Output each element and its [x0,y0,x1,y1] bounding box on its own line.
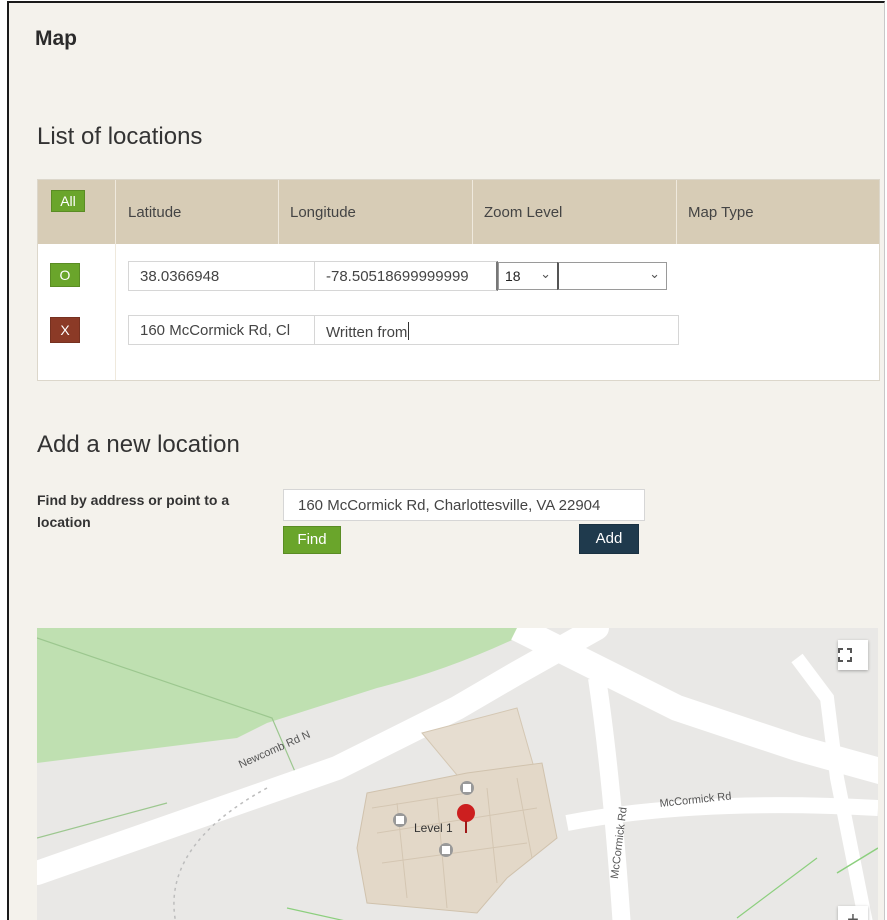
zoom-level-value: 18 [505,268,521,284]
column-zoom-level: Zoom Level [484,204,563,221]
map-type-select[interactable]: ⌄ [557,262,667,290]
fullscreen-button[interactable] [838,640,868,670]
column-map-type: Map Type [688,204,754,221]
description-input[interactable]: Written from [314,315,679,345]
chevron-down-icon: ⌄ [649,266,660,281]
column-divider [278,180,279,244]
locations-heading: List of locations [37,123,203,150]
add-location-heading: Add a new location [37,431,240,458]
address-input[interactable]: 160 McCormick Rd, Cl [128,315,315,345]
find-label: Find by address or point to a location [37,492,230,530]
column-divider [676,180,677,244]
fullscreen-icon [838,648,852,662]
all-button[interactable]: All [51,190,85,212]
text-cursor [408,322,410,340]
delete-location-button[interactable]: X [50,317,80,343]
find-address-input[interactable]: 160 McCormick Rd, Charlottesville, VA 22… [283,489,645,521]
map-canvas[interactable]: Newcomb Rd N McCormick Rd McCormick Rd L… [37,628,878,920]
find-button[interactable]: Find [283,526,341,554]
add-button[interactable]: Add [579,524,639,554]
column-divider [115,180,116,380]
zoom-in-button[interactable]: + [838,906,868,920]
locations-table: All Latitude Longitude Zoom Level Map Ty… [37,179,880,381]
latitude-input[interactable]: 38.0366948 [128,261,315,291]
zoom-level-select[interactable]: 18 ⌄ [498,262,558,290]
page-frame: Map List of locations All Latitude Longi… [7,1,885,920]
table-header: All Latitude Longitude Zoom Level Map Ty… [38,180,879,244]
chevron-down-icon: ⌄ [540,266,551,281]
page-title: Map [35,27,77,50]
description-value: Written from [326,324,408,341]
open-location-button[interactable]: O [50,263,80,287]
column-latitude: Latitude [128,204,182,221]
building-label: Level 1 [414,821,453,835]
longitude-input[interactable]: -78.50518699999999 [314,261,498,291]
column-longitude: Longitude [290,204,356,221]
map-tiles [37,628,878,920]
column-divider [472,180,473,244]
